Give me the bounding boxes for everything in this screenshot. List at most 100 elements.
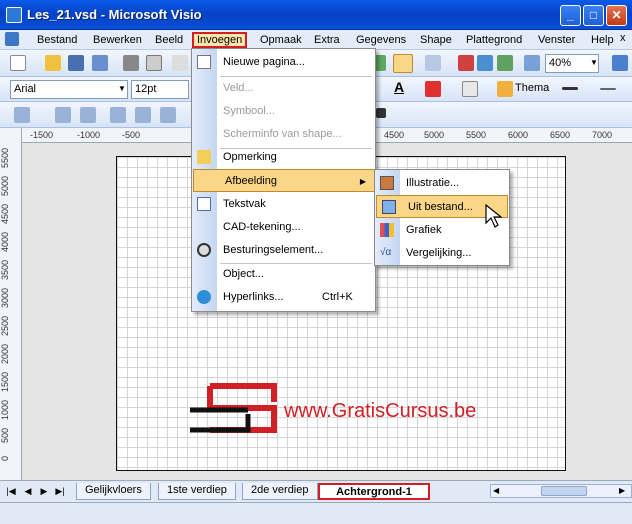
prev-page-icon[interactable]: ◀ <box>22 486 34 497</box>
menu-item-veld[interactable]: Veld... <box>192 77 375 100</box>
maximize-button[interactable]: □ <box>583 5 604 26</box>
chart-icon <box>380 223 394 237</box>
ruler-tick: 6500 <box>550 130 571 140</box>
next-page-icon[interactable]: ▶ <box>38 486 50 497</box>
print-icon[interactable] <box>123 55 139 71</box>
menu-item-label: Nieuwe pagina... <box>223 56 305 68</box>
rotate-icon[interactable] <box>110 107 126 123</box>
tab-gelijkvloers[interactable]: Gelijkvloers <box>76 483 151 500</box>
tab-2de-verdiep[interactable]: 2de verdiep <box>242 483 318 500</box>
toolbar-options-icon[interactable] <box>376 108 386 118</box>
menu-item-scherminfo[interactable]: Scherminfo van shape... <box>192 123 375 146</box>
line-color-icon[interactable] <box>425 81 441 97</box>
menu-item-symbool[interactable]: Symbool... <box>192 100 375 123</box>
tab-1ste-verdiep[interactable]: 1ste verdiep <box>158 483 236 500</box>
tab-achtergrond-1[interactable]: Achtergrond-1 <box>318 483 430 500</box>
last-page-icon[interactable]: ▶| <box>54 486 66 497</box>
order-icon[interactable] <box>80 107 96 123</box>
font-color-icon[interactable]: A <box>394 79 404 95</box>
line-pattern-icon[interactable] <box>600 88 616 90</box>
menu-bewerken[interactable]: Bewerken <box>90 32 145 48</box>
text-tool-icon[interactable] <box>458 55 474 71</box>
menu-venster[interactable]: Venster <box>535 32 578 48</box>
menu-item-object[interactable]: Object... <box>192 263 375 286</box>
minimize-button[interactable]: _ <box>560 5 581 26</box>
watermark-text: www.GratisCursus.be <box>284 400 477 422</box>
menu-shape[interactable]: Shape <box>417 32 455 48</box>
close-button[interactable]: ✕ <box>606 5 627 26</box>
scroll-left-icon[interactable]: ◀ <box>493 486 499 495</box>
ruler-tick: 6000 <box>508 130 529 140</box>
ruler-tick: 500 <box>0 428 10 444</box>
menu-opmaak[interactable]: Opmaak <box>257 32 305 48</box>
thema-button[interactable]: Thema <box>515 82 549 94</box>
menu-item-afbeelding[interactable]: Afbeelding ▶ <box>193 169 375 192</box>
font-field[interactable]: Arial <box>10 80 128 99</box>
first-page-icon[interactable]: |◀ <box>5 486 17 497</box>
font-dropdown-arrow-icon[interactable]: ▼ <box>118 84 126 93</box>
document-icon[interactable] <box>5 32 19 46</box>
visio-app-icon[interactable] <box>6 7 22 23</box>
ruler-tick: 5000 <box>0 176 10 197</box>
menu-item-label: Opmerking <box>223 151 277 163</box>
fill-tool-icon[interactable] <box>477 55 493 71</box>
horizontal-scrollbar[interactable]: ◀ ▶ <box>490 484 632 498</box>
ruler-tick: -500 <box>122 130 141 140</box>
new-icon[interactable] <box>10 55 26 71</box>
textbox-icon <box>197 197 211 211</box>
menu-item-label: Besturingselement... <box>223 244 324 256</box>
menu-item-opmerking[interactable]: Opmerking <box>192 146 375 169</box>
font-size-field[interactable]: 12pt <box>131 80 189 99</box>
help-icon[interactable] <box>612 55 628 71</box>
menu-help[interactable]: Help <box>588 32 617 48</box>
menu-bar: Bestand Bewerken Beeld Invoegen Opmaak E… <box>0 30 632 50</box>
ruler-tick: 1500 <box>0 372 10 393</box>
submenu-item-vergelijking[interactable]: √α Vergelijking... <box>375 242 509 265</box>
menu-invoegen[interactable]: Invoegen <box>192 32 248 48</box>
ruler-tick: 2500 <box>0 316 10 337</box>
save-icon[interactable] <box>68 55 84 71</box>
ruler-tick: 2000 <box>0 344 10 365</box>
menu-beeld[interactable]: Beeld <box>152 32 186 48</box>
menu-gegevens[interactable]: Gegevens <box>353 32 409 48</box>
menu-extra[interactable]: Extra <box>311 32 343 48</box>
ruler-tick: 7000 <box>592 130 613 140</box>
zoom-dropdown-arrow-icon[interactable]: ▼ <box>590 58 598 67</box>
menu-item-besturingselement[interactable]: Besturingselement... <box>192 239 375 262</box>
connector-tool-icon[interactable] <box>425 55 441 71</box>
ruler-tick: 5500 <box>466 130 487 140</box>
shapes-icon[interactable] <box>497 55 513 71</box>
comment-icon <box>197 150 211 164</box>
scroll-thumb[interactable] <box>541 486 587 496</box>
submenu-item-illustratie[interactable]: Illustratie... <box>375 172 509 195</box>
line-weight-icon[interactable] <box>562 87 578 90</box>
menu-item-hyperlinks[interactable]: Hyperlinks... Ctrl+K <box>192 286 375 309</box>
fill-color-icon[interactable] <box>462 81 478 97</box>
title-bar: Les_21.vsd - Microsoft Visio _ □ ✕ <box>0 0 632 30</box>
align-icon[interactable] <box>14 107 30 123</box>
new-page-icon <box>197 55 211 69</box>
distribute-icon[interactable] <box>55 107 71 123</box>
menu-item-nieuwe-pagina[interactable]: Nieuwe pagina... <box>192 51 375 74</box>
pointer-tool-icon[interactable] <box>393 54 413 73</box>
spelling-icon[interactable] <box>172 55 188 71</box>
ruler-tick: 5500 <box>0 148 10 169</box>
pan-zoom-icon[interactable] <box>524 55 540 71</box>
document-close-icon[interactable]: x <box>620 32 626 44</box>
menu-item-label: Hyperlinks... <box>223 291 284 303</box>
vertical-ruler: 5500 5000 4500 4000 3500 3000 2500 2000 … <box>0 128 22 480</box>
scroll-right-icon[interactable]: ▶ <box>619 486 625 495</box>
flip-icon[interactable] <box>135 107 151 123</box>
menu-plattegrond[interactable]: Plattegrond <box>463 32 525 48</box>
menu-item-tekstvak[interactable]: Tekstvak <box>192 193 375 216</box>
thema-icon[interactable] <box>497 81 513 97</box>
menu-item-cad-tekening[interactable]: CAD-tekening... <box>192 216 375 239</box>
menu-item-shortcut: Ctrl+K <box>322 291 353 303</box>
open-icon[interactable] <box>45 55 61 71</box>
ruler-tick: 1000 <box>0 400 10 421</box>
permission-icon[interactable] <box>92 55 108 71</box>
group-icon[interactable] <box>160 107 176 123</box>
print-preview-icon[interactable] <box>146 55 162 71</box>
hyperlink-icon <box>197 290 211 304</box>
menu-bestand[interactable]: Bestand <box>34 32 80 48</box>
